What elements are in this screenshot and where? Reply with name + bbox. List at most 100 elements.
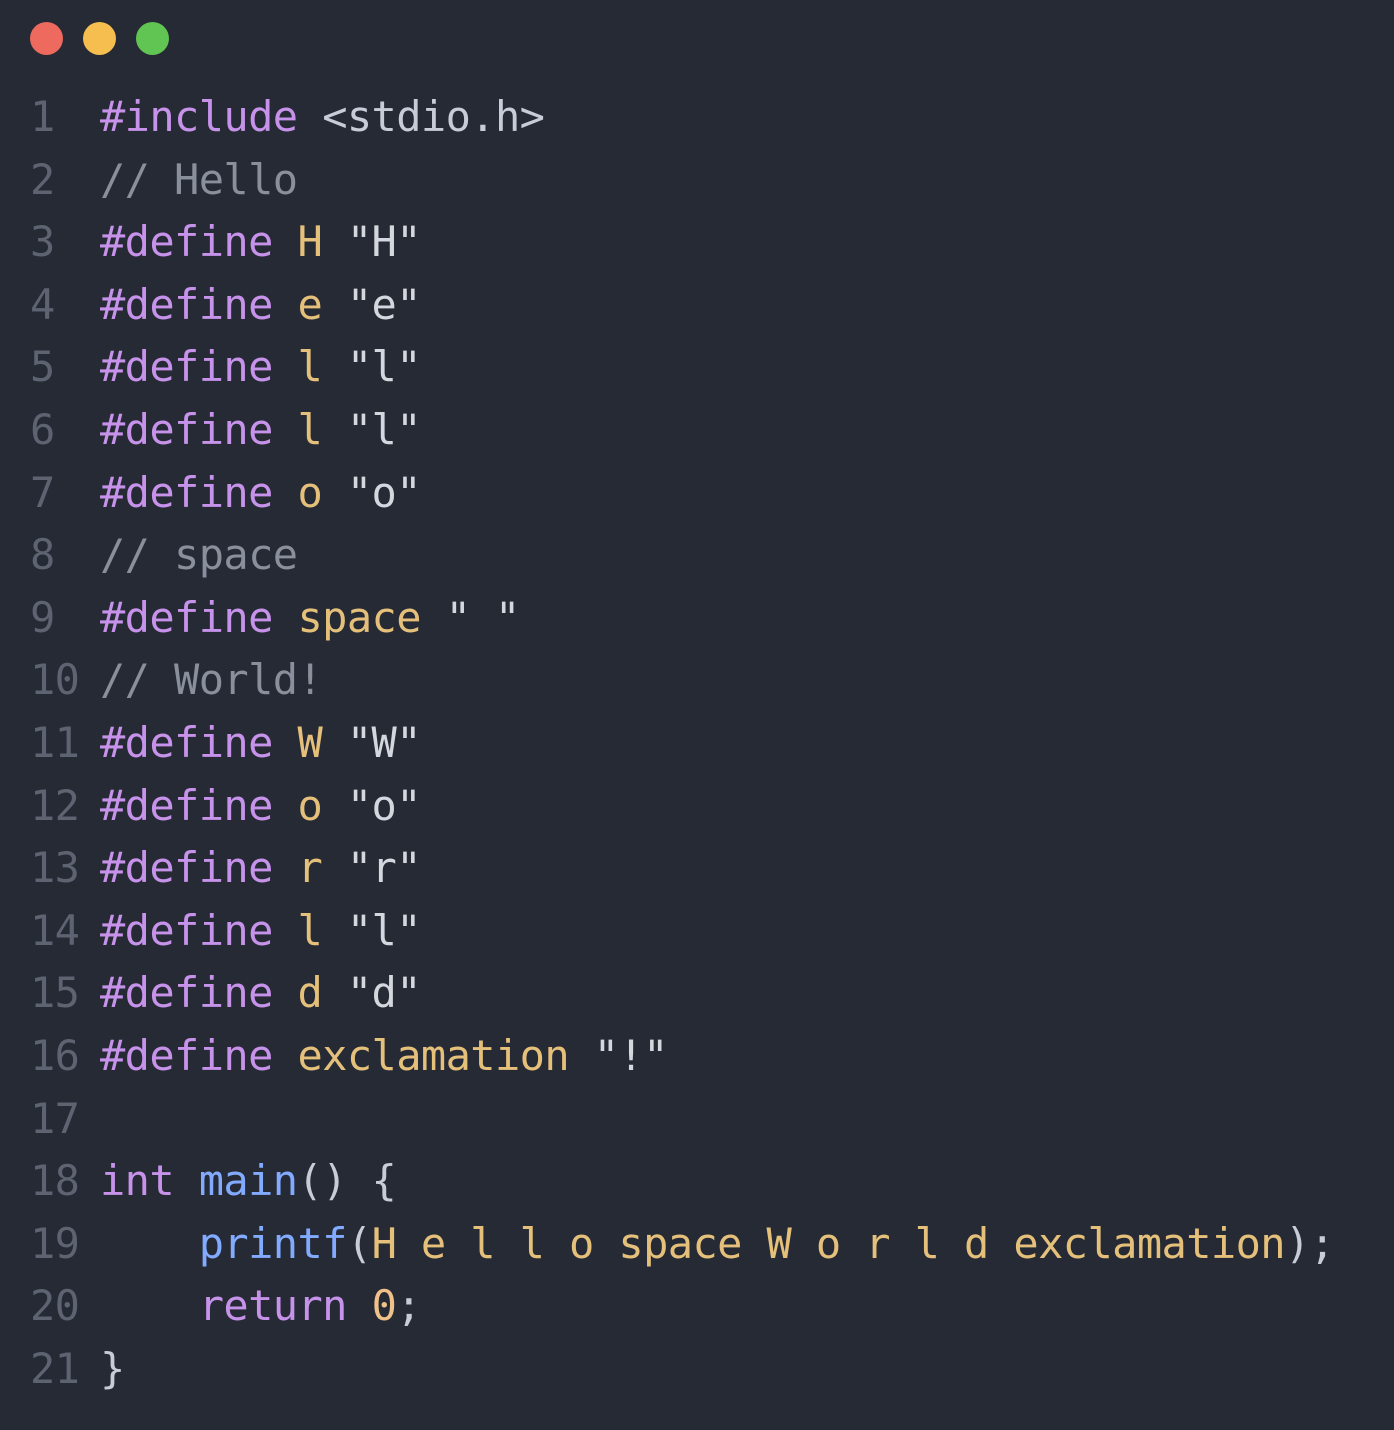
code-line: 11 #define W "W" <box>0 712 1394 775</box>
code-token-directive: #include <box>100 92 298 141</box>
line-content: #define e "e" <box>80 274 422 337</box>
code-token-keyword: return <box>198 1281 348 1331</box>
code-token-macro: d <box>297 968 323 1018</box>
code-token-function: main <box>198 1156 298 1206</box>
line-number: 4 <box>30 279 55 329</box>
line-number: 18 <box>30 1156 80 1206</box>
code-line: 15 #define d "d" <box>0 962 1394 1025</box>
code-token-punct: ( <box>346 1218 372 1268</box>
code-token-string: "e" <box>346 279 422 329</box>
line-number: 10 <box>30 655 80 705</box>
line-content: #define l "l" <box>80 336 422 399</box>
close-button[interactable] <box>30 22 63 55</box>
code-line: 3 #define H "H" <box>0 211 1394 274</box>
code-token-macro: H e l l o space W o r l d exclamation <box>371 1218 1286 1268</box>
line-content: // Hello <box>80 149 298 212</box>
line-content: #define l "l" <box>80 900 422 963</box>
code-token-directive: #define <box>100 780 273 830</box>
code-line: 19 printf(H e l l o space W o r l d excl… <box>0 1213 1394 1276</box>
line-number: 12 <box>30 780 80 830</box>
code-token-string: "l" <box>346 905 422 955</box>
code-token-comment: // World! <box>100 655 323 705</box>
line-number: 2 <box>30 154 55 204</box>
code-token-string: " " <box>445 592 521 642</box>
code-token-function: printf <box>198 1218 348 1268</box>
code-token-macro: l <box>297 404 323 454</box>
line-number: 7 <box>30 467 55 517</box>
code-token-string: "o" <box>346 467 422 517</box>
line-number: 9 <box>30 592 55 642</box>
code-line: 6 #define l "l" <box>0 399 1394 462</box>
code-token-directive: #define <box>100 342 273 392</box>
code-line: 2 // Hello <box>0 149 1394 212</box>
code-editor[interactable]: 1 #include <stdio.h> 2 // Hello 3 #define H "… <box>0 86 1394 1400</box>
code-token-macro: l <box>297 342 323 392</box>
line-content: #define o "o" <box>80 462 422 525</box>
code-token-string: "H" <box>346 217 422 267</box>
line-content: } <box>80 1338 125 1401</box>
code-token-macro: H <box>297 217 323 267</box>
code-line: 18 int main() { <box>0 1150 1394 1213</box>
code-line: 1 #include <stdio.h> <box>0 86 1394 149</box>
line-content: #define o "o" <box>80 775 422 838</box>
line-number: 6 <box>30 404 55 454</box>
line-content: printf(H e l l o space W o r l d exclama… <box>80 1213 1335 1276</box>
minimize-button[interactable] <box>83 22 116 55</box>
code-token-directive: #define <box>100 404 273 454</box>
line-content: #define l "l" <box>80 399 422 462</box>
code-token-string: "l" <box>346 342 422 392</box>
code-line: 21} <box>0 1338 1394 1401</box>
line-content: // World! <box>80 649 323 712</box>
code-window: 1 #include <stdio.h> 2 // Hello 3 #define H "… <box>0 0 1394 1430</box>
code-token-string: "r" <box>346 843 422 893</box>
code-token-keyword: int <box>100 1156 175 1206</box>
line-content: // space <box>80 524 298 587</box>
code-token-punct: } <box>100 1343 125 1393</box>
code-token-macro: o <box>297 467 323 517</box>
code-token-macro: W <box>297 717 323 767</box>
code-line: 4 #define e "e" <box>0 274 1394 337</box>
code-line: 7 #define o "o" <box>0 462 1394 525</box>
code-token-punct: ); <box>1284 1218 1335 1268</box>
code-token-macro: exclamation <box>297 1030 570 1080</box>
code-token-directive: #define <box>100 467 273 517</box>
line-content: #define exclamation "!" <box>80 1025 668 1088</box>
code-line: 5 #define l "l" <box>0 336 1394 399</box>
code-token-directive: #define <box>100 905 273 955</box>
line-number: 11 <box>30 717 80 767</box>
line-number: 16 <box>30 1030 80 1080</box>
code-line: 9 #define space " " <box>0 587 1394 650</box>
code-token-directive: #define <box>100 717 273 767</box>
line-number: 19 <box>30 1218 80 1268</box>
code-token-punct: () { <box>297 1156 397 1206</box>
code-token-directive: #define <box>100 592 273 642</box>
line-number: 8 <box>30 530 55 580</box>
code-token-directive: #define <box>100 217 273 267</box>
code-line: 13 #define r "r" <box>0 837 1394 900</box>
maximize-button[interactable] <box>136 22 169 55</box>
code-token-string: "d" <box>346 968 422 1018</box>
code-token-string: "o" <box>346 780 422 830</box>
